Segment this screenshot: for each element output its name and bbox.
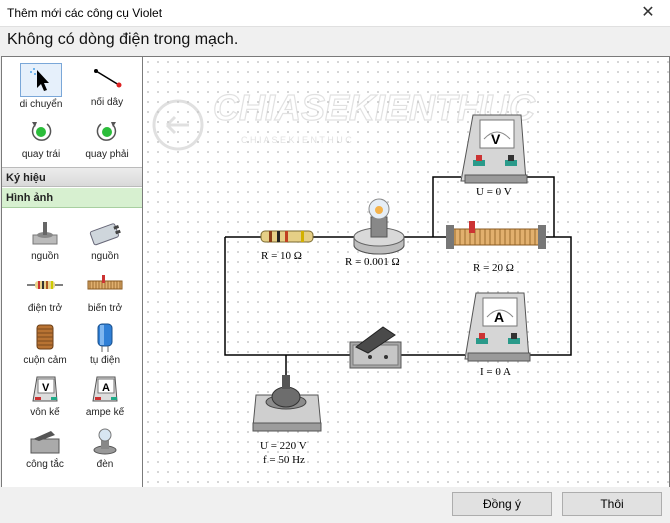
inductor-icon [36,324,54,350]
rheostat-label: R = 20 Ω [473,262,514,274]
component-resistor[interactable]: điện trở [14,269,76,317]
resistor-icon [27,281,63,289]
lamp-icon [93,428,117,455]
tool-rotate-right[interactable]: quay phải [76,115,138,163]
rheostat-icon [87,275,123,290]
section-symbols[interactable]: Ký hiệu [2,167,142,187]
tool-label: quay phải [85,149,129,160]
tool-rotate-left[interactable]: quay trái [10,115,72,163]
wire-icon [94,69,122,88]
rotate-left-icon [31,122,52,141]
component-power-source[interactable]: nguồn [14,217,76,265]
voltmeter-letter: V [491,131,501,147]
component-label: công tắc [26,459,64,470]
lamp-component[interactable] [353,198,405,255]
component-voltmeter[interactable]: V vôn kế [14,373,76,421]
power-source-icon [32,222,58,245]
voltmeter-component[interactable]: V [460,114,528,184]
component-label: cuộn cảm [23,355,67,366]
svg-text:V: V [42,382,50,394]
button-bar: Đồng ý Thôi [0,487,670,523]
component-label: tụ điện [89,355,121,366]
circuit-diagram: CHIASEKIENTHUC C H I A S E K I E N T H U… [152,86,572,466]
status-bar: Không có dòng điện trong mạch. [0,27,670,55]
section-images[interactable]: Hình ảnh [2,188,142,208]
tool-label: nối dây [90,97,124,108]
component-inductor[interactable]: cuộn cảm [14,321,76,369]
source-frequency-label: f = 50 Hz [263,454,305,466]
watermark-subtext: C H I A S E K I E N T H U C [241,135,352,145]
cursor-icon [20,63,62,97]
circuit-canvas[interactable]: CHIASEKIENTHUC C H I A S E K I E N T H U… [143,56,670,488]
component-label: ampe kế [85,407,125,418]
ammeter-letter: A [494,309,504,325]
capacitor-icon [97,323,113,352]
lamp-label: R = 0.001 Ω [345,256,400,268]
voltmeter-icon: V [32,376,58,402]
title-bar: Thêm mới các công cụ Violet ✕ [0,0,670,27]
resistor-component[interactable] [260,230,314,243]
component-capacitor[interactable]: tụ điện [74,321,136,369]
component-label: biến trở [87,303,123,314]
component-label: nguồn [91,251,119,262]
rotate-right-icon [96,122,117,141]
ok-button[interactable]: Đồng ý [452,492,552,516]
svg-text:A: A [102,382,110,394]
ammeter-icon: A [92,376,118,402]
status-message: Không có dòng điện trong mạch. [7,31,239,48]
ammeter-component[interactable]: A [464,292,531,362]
resistor-label: R = 10 Ω [261,250,302,262]
source-voltage-label: U = 220 V [260,440,307,452]
component-lamp[interactable]: đèn [74,425,136,473]
battery-icon [89,223,121,246]
tool-label: di chuyển [19,99,63,110]
component-label: đèn [96,459,114,470]
power-source-component[interactable] [252,375,322,432]
tool-move[interactable]: di chuyển [10,63,72,111]
component-label: điện trở [27,303,63,314]
component-label: vôn kế [30,407,60,418]
window-title: Thêm mới các công cụ Violet [7,6,163,20]
component-ammeter[interactable]: A ampe kế [74,373,136,421]
component-battery[interactable]: nguồn [74,217,136,265]
close-icon[interactable]: ✕ [626,0,670,26]
component-rheostat[interactable]: biến trở [74,269,136,317]
cancel-button[interactable]: Thôi [562,492,662,516]
rheostat-component[interactable] [446,221,546,249]
component-label: nguồn [31,251,59,262]
switch-icon [30,431,60,454]
toolbox-panel: di chuyển nối dây quay trái quay phải Ký… [1,56,143,488]
tool-wire[interactable]: nối dây [76,63,138,111]
ammeter-label: I = 0 A [480,366,511,378]
switch-component[interactable] [349,326,402,369]
tool-label: quay trái [21,149,61,160]
voltmeter-label: U = 0 V [476,186,512,198]
component-switch[interactable]: công tắc [14,425,76,473]
